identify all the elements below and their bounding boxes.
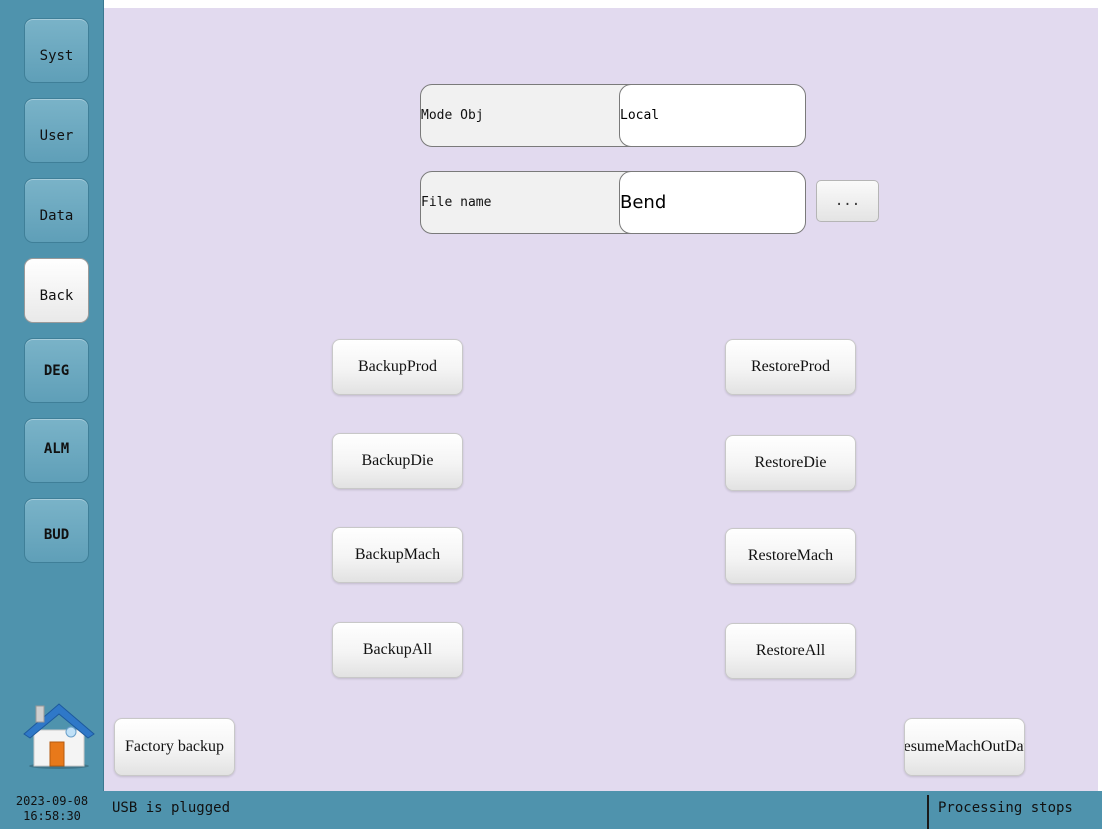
status-time: 16:58:30	[23, 809, 81, 823]
nav-syst-button[interactable]: Syst	[24, 18, 89, 83]
mode-obj-field: Mode Obj Local	[420, 84, 806, 147]
restore-all-button[interactable]: RestoreAll	[725, 623, 856, 679]
resume-mach-out-dat-button[interactable]: esumeMachOutDat	[904, 718, 1025, 776]
nav-alm-button[interactable]: ALM	[24, 418, 89, 483]
browse-button[interactable]: ...	[816, 180, 879, 222]
nav-back-button[interactable]: Back	[24, 258, 89, 323]
backup-prod-button[interactable]: BackupProd	[332, 339, 463, 395]
nav-bud-button[interactable]: BUD	[24, 498, 89, 563]
home-icon[interactable]	[18, 700, 98, 770]
usb-status: USB is plugged	[112, 800, 231, 816]
restore-mach-button[interactable]: RestoreMach	[725, 528, 856, 584]
file-name-field: File name Bend	[420, 171, 806, 234]
mode-obj-label: Mode Obj	[421, 108, 484, 123]
file-name-label: File name	[421, 195, 492, 210]
status-divider	[927, 795, 929, 829]
process-status: Processing stops	[938, 800, 1073, 816]
backup-all-button[interactable]: BackupAll	[332, 622, 463, 678]
datetime: 2023-09-08 16:58:30	[0, 794, 104, 829]
backup-die-button[interactable]: BackupDie	[332, 433, 463, 489]
status-date: 2023-09-08	[15, 794, 89, 808]
backup-mach-button[interactable]: BackupMach	[332, 527, 463, 583]
nav-deg-button[interactable]: DEG	[24, 338, 89, 403]
resume-mach-out-dat-label: esumeMachOutDat	[904, 738, 1025, 755]
factory-backup-button[interactable]: Factory backup	[114, 718, 235, 776]
nav-data-button[interactable]: Data	[24, 178, 89, 243]
nav-user-button[interactable]: User	[24, 98, 89, 163]
restore-prod-button[interactable]: RestoreProd	[725, 339, 856, 395]
restore-die-button[interactable]: RestoreDie	[725, 435, 856, 491]
mode-obj-value[interactable]: Local	[619, 85, 805, 146]
file-name-input[interactable]: Bend	[619, 172, 805, 233]
